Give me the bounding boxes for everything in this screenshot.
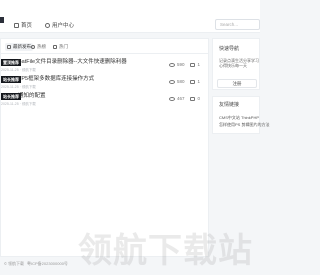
top-bar: 首页 用户中心 Search...	[0, 0, 260, 33]
eye-icon	[168, 62, 175, 67]
post-meta: 2025-11-25 · 领航下载	[1, 102, 36, 106]
comments-count: 1	[190, 62, 200, 67]
nav-home-label: 首页	[21, 23, 33, 29]
footer-icp[interactable]: 粤ICP备2023000000号	[27, 261, 68, 267]
post-title[interactable]: TP5框架多数据库连接操作方式	[18, 76, 94, 83]
card-text: 记录点滴生活分享学习心得快乐每一天	[219, 58, 259, 68]
tab-label: 热门	[59, 44, 68, 49]
tab-hot-list[interactable]: 热榜	[29, 43, 48, 51]
eye-icon	[168, 79, 175, 84]
tab-popular[interactable]: 热门	[51, 43, 70, 51]
search-placeholder: Search...	[220, 22, 239, 27]
comment-icon	[190, 96, 196, 101]
quick-nav-card: 快速导航 记录点滴生活分享学习心得快乐每一天 注册	[212, 38, 260, 90]
search-input[interactable]: Search...	[215, 19, 260, 30]
post-stats: 590 1	[168, 62, 200, 67]
nav-home[interactable]: 首页	[14, 20, 32, 30]
post-tabs: 最新发布 热榜 热门	[1, 39, 208, 54]
post-title[interactable]: BatFile文件目录删除器--大文件快速删除利器	[18, 59, 127, 66]
views-value: 467	[176, 96, 185, 101]
footer-copyright: © 领航下载	[4, 261, 25, 266]
comments-value: 0	[197, 96, 200, 101]
footer: © 领航下载 粤ICP备2023000000号	[0, 257, 260, 275]
post-stats: 580 1	[168, 79, 200, 84]
post-meta: 2025-11-25 · 领航下载	[1, 85, 36, 89]
comments-value: 1	[197, 79, 200, 84]
comments-count: 1	[190, 79, 200, 84]
views-value: 580	[176, 79, 185, 84]
comments-count: 0	[190, 96, 200, 101]
fire-icon	[53, 45, 57, 49]
user-icon	[45, 22, 50, 28]
views-value: 590	[176, 62, 185, 67]
views-count: 467	[168, 96, 185, 101]
home-icon	[14, 22, 19, 28]
card-title: 快速导航	[219, 46, 240, 52]
eye-icon	[168, 96, 175, 101]
clock-icon	[7, 45, 11, 49]
comments-value: 1	[197, 62, 200, 67]
nav-user-center[interactable]: 用户中心	[45, 20, 74, 30]
post-item[interactable]: 站长推荐 通知的配置 2025-11-25 · 领航下载 467 0	[1, 93, 208, 113]
nav-user-label: 用户中心	[52, 23, 75, 29]
post-list-panel: 最新发布 热榜 热门 置顶推荐 BatFile文件目录删除器--大文件快速删除利…	[0, 38, 209, 257]
post-meta: 2025-11-25 · 领航下载	[1, 68, 36, 72]
views-count: 590	[168, 62, 185, 67]
comment-icon	[190, 79, 196, 84]
comment-icon	[190, 62, 196, 67]
post-title[interactable]: 通知的配置	[18, 93, 46, 100]
logo[interactable]	[0, 17, 4, 23]
post-stats: 467 0	[168, 96, 200, 101]
eye-icon	[31, 45, 35, 49]
views-count: 580	[168, 79, 185, 84]
card-title: 友情链接	[219, 102, 240, 108]
friend-links-card: 友情链接 CMS中文站 ThinkPHP 怎样使用PS 剪辑图片的方法	[212, 96, 269, 134]
tab-label: 热榜	[37, 44, 46, 49]
register-button[interactable]: 注册	[217, 79, 257, 88]
friend-link[interactable]: 怎样使用PS 剪辑图片的方法	[219, 122, 269, 128]
friend-link[interactable]: CMS中文站 ThinkPHP	[219, 115, 259, 121]
